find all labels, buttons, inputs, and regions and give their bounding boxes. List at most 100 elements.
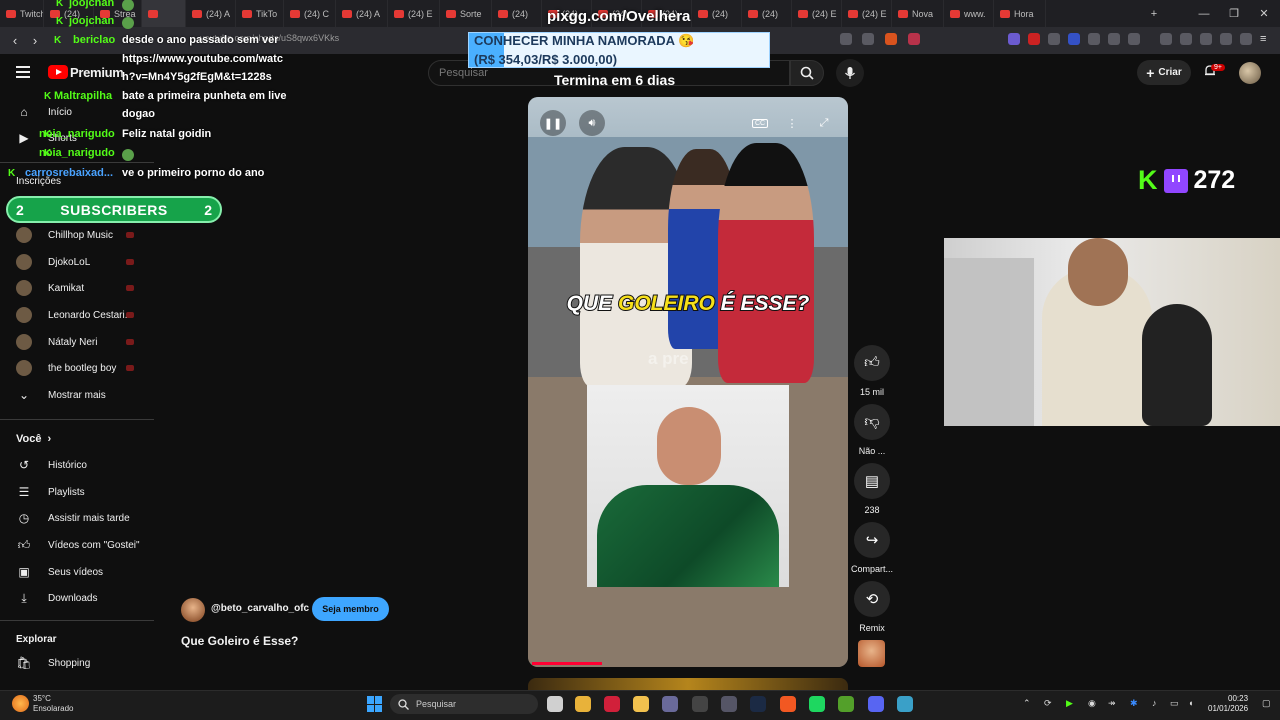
sidebar-item[interactable]: ▣ Seus vídeos — [16, 561, 103, 583]
channel-avatar[interactable] — [181, 598, 205, 622]
extension-icon[interactable] — [1088, 33, 1100, 45]
extension-icon[interactable] — [1028, 33, 1040, 45]
app-icon[interactable] — [721, 696, 737, 712]
chat-username[interactable]: bericlao — [73, 34, 115, 46]
hamburger-menu-icon[interactable] — [16, 66, 30, 78]
brave-rewards-icon[interactable] — [885, 33, 897, 45]
chat-username[interactable]: joojchan — [69, 0, 114, 9]
browser-tab[interactable]: Hora — [994, 0, 1046, 27]
brave-vpn-icon[interactable] — [908, 33, 920, 45]
taskbar-search[interactable]: Pesquisar — [390, 694, 538, 714]
close-window-button[interactable]: ✕ — [1248, 0, 1280, 27]
weather-icon[interactable] — [12, 695, 29, 712]
extension-icon[interactable] — [1048, 33, 1060, 45]
app-icon[interactable] — [838, 696, 854, 712]
chat-username[interactable]: Maltrapilha — [54, 90, 112, 102]
extension-icon[interactable] — [1068, 33, 1080, 45]
notifications-icon[interactable]: ▢ — [1262, 698, 1271, 709]
share-page-icon[interactable] — [862, 33, 874, 45]
media-icon[interactable] — [1160, 33, 1172, 45]
new-tab-button[interactable]: + — [1138, 0, 1170, 27]
sidebar-item[interactable]: ☰ Playlists — [16, 481, 85, 503]
menu-icon[interactable]: ≡ — [1260, 33, 1272, 45]
volume-icon[interactable]: ◖ — [1188, 698, 1193, 708]
channel-thumbnail[interactable] — [858, 640, 885, 667]
browser-tab[interactable]: (24) — [742, 0, 792, 27]
browser-tab[interactable]: www. — [944, 0, 994, 27]
wallet-icon[interactable] — [1200, 33, 1212, 45]
chat-username[interactable]: noia_narigudo — [39, 128, 115, 140]
screenshot-icon[interactable] — [1128, 33, 1140, 45]
start-button[interactable] — [367, 696, 383, 712]
join-button[interactable]: Seja membro — [312, 597, 389, 621]
show-hidden-icons[interactable]: ⌃ — [1023, 698, 1031, 709]
subscription-item[interactable]: DjokoLoL — [16, 251, 90, 273]
browser-tab[interactable]: (24) E — [388, 0, 440, 27]
browser-tab[interactable]: Nova — [892, 0, 944, 27]
browser-tab[interactable]: (24) E — [792, 0, 842, 27]
comment-action[interactable]: ▤ 238 — [848, 463, 896, 515]
taskbar-clock[interactable]: 00:23 01/01/2026 — [1208, 694, 1248, 714]
captions-button[interactable]: CC — [747, 110, 773, 136]
microphone-icon[interactable]: ♪ — [1152, 698, 1157, 708]
maximize-button[interactable]: ❐ — [1218, 0, 1250, 27]
discord-icon[interactable] — [868, 696, 884, 712]
subscription-item[interactable]: the bootleg boy — [16, 357, 116, 379]
sidebar-item[interactable]: ◷ Assistir mais tarde — [16, 507, 130, 529]
browser-tab[interactable]: (24) A — [336, 0, 388, 27]
browser-tab[interactable]: TikTo — [236, 0, 284, 27]
video-progress-bar[interactable] — [532, 662, 602, 665]
share-action[interactable]: ↪ Compart... — [848, 522, 896, 574]
tray-app-icon[interactable]: ⟳ — [1044, 698, 1052, 709]
weather-widget[interactable]: 35°C Ensolarado — [33, 694, 73, 714]
dislike-action[interactable]: 👎︎ Não ... — [848, 404, 896, 456]
tray-app-icon[interactable]: ↠ — [1108, 698, 1116, 709]
minimize-button[interactable]: — — [1188, 0, 1220, 27]
sidebar-icon[interactable] — [1180, 33, 1192, 45]
network-icon[interactable]: ▭ — [1170, 698, 1179, 709]
short-video-player[interactable] — [528, 97, 848, 667]
like-action[interactable]: 👍︎ 15 mil — [848, 345, 896, 397]
remix-action[interactable]: ⟲ Remix — [848, 581, 896, 633]
browser-tab[interactable]: Twitch — [0, 0, 44, 27]
spotify-icon[interactable] — [809, 696, 825, 712]
voice-search-button[interactable] — [836, 59, 864, 87]
obs-icon[interactable] — [692, 696, 708, 712]
brave-icon[interactable] — [780, 696, 796, 712]
browser-tab[interactable]: (24) — [492, 0, 542, 27]
notepad-icon[interactable] — [897, 696, 913, 712]
search-button[interactable] — [790, 60, 824, 86]
more-options-button[interactable]: ⋮ — [779, 110, 805, 136]
youtube-logo[interactable] — [48, 65, 68, 79]
subscription-item[interactable]: Chillhop Music — [16, 224, 113, 246]
steam-icon[interactable] — [750, 696, 766, 712]
forward-button[interactable]: › — [26, 31, 44, 49]
chat-username[interactable]: joojchan — [69, 15, 114, 27]
tab-active[interactable] — [142, 0, 186, 27]
browser-tab[interactable]: (24) C — [284, 0, 336, 27]
file-explorer-icon[interactable] — [633, 696, 649, 712]
browser-tab[interactable]: (24) A — [186, 0, 236, 27]
browser-tab[interactable]: (24) — [692, 0, 742, 27]
sidebar-item[interactable]: ⌂ Início — [16, 101, 72, 123]
subscription-item[interactable]: Kamikat — [16, 277, 84, 299]
opera-icon[interactable] — [604, 696, 620, 712]
browser-tab[interactable]: Sorte — [440, 0, 492, 27]
channel-name[interactable]: @beto_carvalho_ofc — [211, 603, 309, 614]
install-icon[interactable] — [840, 33, 852, 45]
subscription-item[interactable]: Leonardo Cestari... — [16, 304, 133, 326]
tray-play-icon[interactable]: ▶ — [1066, 698, 1073, 709]
tray-app-icon[interactable]: ◉ — [1088, 698, 1096, 709]
task-view-icon[interactable] — [547, 696, 563, 712]
show-more-button[interactable]: ⌄ Mostrar mais — [16, 384, 106, 406]
leo-ai-icon[interactable] — [1220, 33, 1232, 45]
chrome-icon[interactable] — [575, 696, 591, 712]
extension-icon[interactable] — [1008, 33, 1020, 45]
subscription-item[interactable]: Nátaly Neri — [16, 331, 97, 353]
chat-username[interactable]: noia_narigudo — [39, 147, 115, 159]
app-icon[interactable] — [662, 696, 678, 712]
chat-username[interactable]: carrosrebaixad... — [25, 167, 113, 179]
sidebar-item[interactable]: ⤓ Downloads — [16, 587, 97, 609]
back-button[interactable]: ‹ — [6, 31, 24, 49]
shields-icon[interactable] — [1240, 33, 1252, 45]
